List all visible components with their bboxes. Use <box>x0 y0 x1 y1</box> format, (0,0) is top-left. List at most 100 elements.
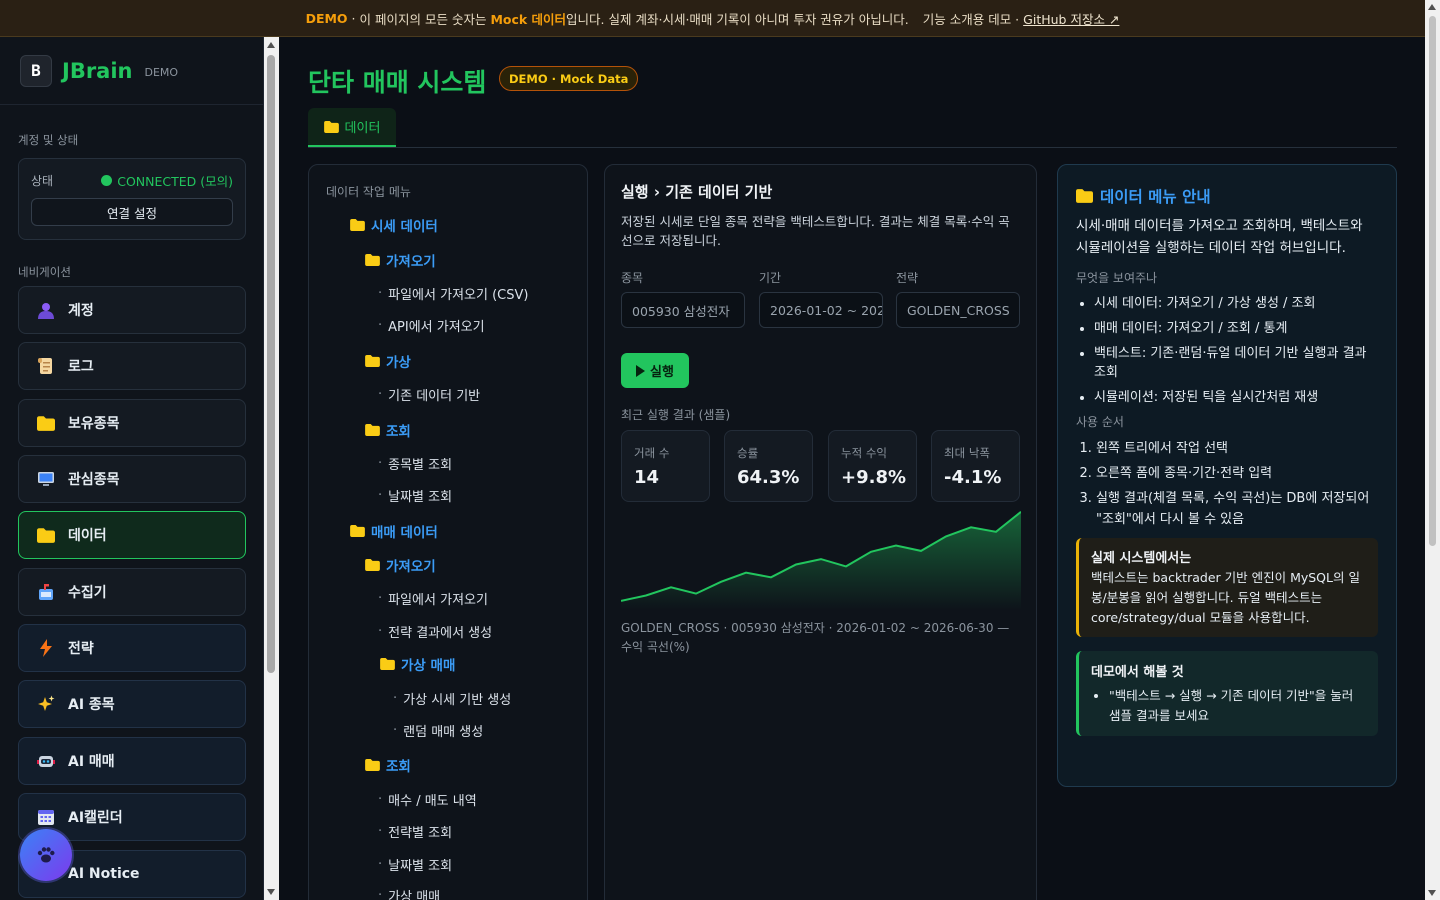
folder-icon <box>380 658 401 670</box>
sidebar-item-4[interactable]: 데이터 <box>18 511 246 559</box>
tip-list: "백테스트 → 실행 → 기존 데이터 기반"을 눌러 샘플 결과를 보세요 <box>1091 686 1366 726</box>
sidebar-item-5[interactable]: 수집기 <box>18 568 246 616</box>
tree-label: 가상 매매 <box>401 658 456 674</box>
tree-folder[interactable]: 조회 <box>365 420 411 440</box>
bullet-icon: · <box>393 691 398 706</box>
github-link[interactable]: GitHub 저장소 ↗ <box>1023 9 1119 28</box>
tree-label: 조회 <box>386 424 411 440</box>
status-card: 상태 CONNECTED (모의) 연결 설정 <box>18 158 246 240</box>
sidebar-item-label: 로그 <box>68 359 94 375</box>
sidebar-item-8[interactable]: AI 매매 <box>18 737 246 785</box>
tree-label: 랜덤 매매 생성 <box>403 725 484 740</box>
monitor-icon <box>36 469 56 489</box>
tree-item[interactable]: · 매수 / 매도 내역 <box>378 790 477 809</box>
tree-label: 매매 데이터 <box>371 525 438 541</box>
folder-icon <box>350 219 371 231</box>
folder-icon <box>36 413 56 433</box>
run-button-label: 실행 <box>650 365 674 380</box>
tree-folder[interactable]: 가상 매매 <box>380 654 455 674</box>
symbol-input[interactable]: 005930 삼성전자 <box>621 292 745 328</box>
bullet-icon: · <box>378 591 383 606</box>
run-description: 저장된 시세로 단일 종목 전략을 백테스트합니다. 결과는 체결 목록·수익 … <box>621 214 1010 248</box>
tree-label: 조회 <box>386 759 411 775</box>
user-icon <box>36 300 56 320</box>
guide-step-item: 오른쪽 폼에 종목·기간·전략 입력 <box>1096 463 1378 484</box>
sidebar: B JBrain DEMO 계정 및 상태 상태 CONNECTED (모의) … <box>0 37 264 900</box>
strategy-input[interactable]: GOLDEN_CROSS <box>896 292 1020 328</box>
banner-disclaimer: 입니다. 실제 계좌·시세·매매 기록이 아니며 투자 권유가 아닙니다. <box>566 11 909 27</box>
run-button[interactable]: 실행 <box>621 353 689 388</box>
tree-item[interactable]: · 파일에서 가져오기 (CSV) <box>378 284 528 303</box>
data-menu-tree: 데이터 작업 메뉴 시세 데이터 가져오기 · 파일에서 가져오기 (CSV) · API… <box>308 164 588 900</box>
page-scrollbar[interactable] <box>1425 0 1440 900</box>
tree-item[interactable]: · API에서 가져오기 <box>378 316 485 335</box>
scroll-down-arrow-icon[interactable] <box>267 889 275 895</box>
scroll-icon <box>36 356 56 376</box>
stat-card: 거래 수 14 <box>621 430 710 502</box>
tree-folder[interactable]: 가져오기 <box>365 250 436 270</box>
demo-badge: DEMO · Mock Data <box>499 66 639 91</box>
run-panel: 실행 › 기존 데이터 기반 저장된 시세로 단일 종목 전략을 백테스트합니다… <box>604 164 1037 900</box>
stat-label: 누적 수익 <box>841 446 887 460</box>
tree-label: 가상 매매 <box>388 890 441 900</box>
assistant-fab[interactable] <box>20 829 72 881</box>
connection-settings-button[interactable]: 연결 설정 <box>31 198 233 226</box>
page-scroll-thumb[interactable] <box>1429 16 1436 546</box>
sidebar-item-0[interactable]: 계정 <box>18 286 246 334</box>
note-body: 백테스트는 backtrader 기반 엔진이 MySQL의 일봉/분봉을 읽어… <box>1091 570 1360 625</box>
sidebar-item-3[interactable]: 관심종목 <box>18 455 246 503</box>
scroll-down-arrow-icon[interactable] <box>1428 890 1436 896</box>
guide-what-item: 백테스트: 기존·랜덤·듀얼 데이터 기반 실행과 결과 조회 <box>1094 344 1378 382</box>
tab-data[interactable]: 데이터 <box>308 108 396 147</box>
bullet-icon: · <box>378 624 383 639</box>
scroll-up-arrow-icon[interactable] <box>267 42 275 48</box>
real-system-note: 실제 시스템에서는 백테스트는 backtrader 기반 엔진이 MySQL의… <box>1076 538 1378 637</box>
sidebar-item-label: 계정 <box>68 303 94 319</box>
bullet-icon: · <box>378 286 383 301</box>
tree-label: 가상 <box>386 355 411 371</box>
stat-card: 승률 64.3% <box>724 430 813 502</box>
tree-item[interactable]: · 종목별 조회 <box>378 454 452 473</box>
guide-what-list: 시세 데이터: 가져오기 / 가상 생성 / 조회매매 데이터: 가져오기 / … <box>1076 294 1378 407</box>
scroll-up-arrow-icon[interactable] <box>1428 4 1436 10</box>
equity-area <box>621 511 1021 610</box>
sidebar-item-7[interactable]: AI 종목 <box>18 680 246 728</box>
tree-folder[interactable]: 가상 <box>365 351 411 371</box>
period-input[interactable]: 2026-01-02 ~ 2026-06-30 <box>759 292 883 328</box>
status-value: CONNECTED (모의) <box>117 174 233 189</box>
sidebar-scrollbar[interactable] <box>264 37 279 900</box>
tree-item[interactable]: · 가상 시세 기반 생성 <box>393 689 511 708</box>
tree-folder[interactable]: 조회 <box>365 755 411 775</box>
tree-folder[interactable]: 매매 데이터 <box>350 521 438 541</box>
tree-label: 종목별 조회 <box>388 458 453 473</box>
tree-item[interactable]: · 전략별 조회 <box>378 822 452 841</box>
logo-row: B JBrain DEMO <box>0 37 263 105</box>
tree-item[interactable]: · 랜덤 매매 생성 <box>393 721 483 740</box>
sidebar-scroll-thumb[interactable] <box>267 55 275 673</box>
stat-value: +9.8% <box>841 467 907 488</box>
tree-item[interactable]: · 기존 데이터 기반 <box>378 385 480 404</box>
banner-text: 이 페이지의 모든 숫자는 <box>359 11 487 27</box>
tree-folder[interactable]: 가져오기 <box>365 555 436 575</box>
app-logo[interactable]: B <box>20 54 52 87</box>
tree-label: 날짜별 조회 <box>388 859 453 874</box>
folder-icon <box>365 424 386 436</box>
app-name[interactable]: JBrain <box>62 59 133 83</box>
tree-item[interactable]: · 날짜별 조회 <box>378 855 452 874</box>
sidebar-item-1[interactable]: 로그 <box>18 342 246 390</box>
sidebar-item-2[interactable]: 보유종목 <box>18 399 246 447</box>
sidebar-item-label: 데이터 <box>68 528 107 544</box>
tree-folder[interactable]: 시세 데이터 <box>350 215 438 235</box>
tree-item[interactable]: · 가상 매매 <box>378 886 440 900</box>
tip-title: 데모에서 해볼 것 <box>1091 665 1184 680</box>
tree-item[interactable]: · 전략 결과에서 생성 <box>378 622 492 641</box>
guide-what-item: 매매 데이터: 가져오기 / 조회 / 통계 <box>1094 319 1378 338</box>
tree-item[interactable]: · 파일에서 가져오기 <box>378 589 488 608</box>
tree-item[interactable]: · 날짜별 조회 <box>378 486 452 505</box>
tree-label: 파일에서 가져오기 (CSV) <box>388 288 529 303</box>
bullet-icon: · <box>378 318 383 333</box>
strategy-label: 전략 <box>896 271 919 285</box>
paw-icon <box>37 847 55 863</box>
folder-icon <box>350 525 371 537</box>
sidebar-item-6[interactable]: 전략 <box>18 624 246 672</box>
